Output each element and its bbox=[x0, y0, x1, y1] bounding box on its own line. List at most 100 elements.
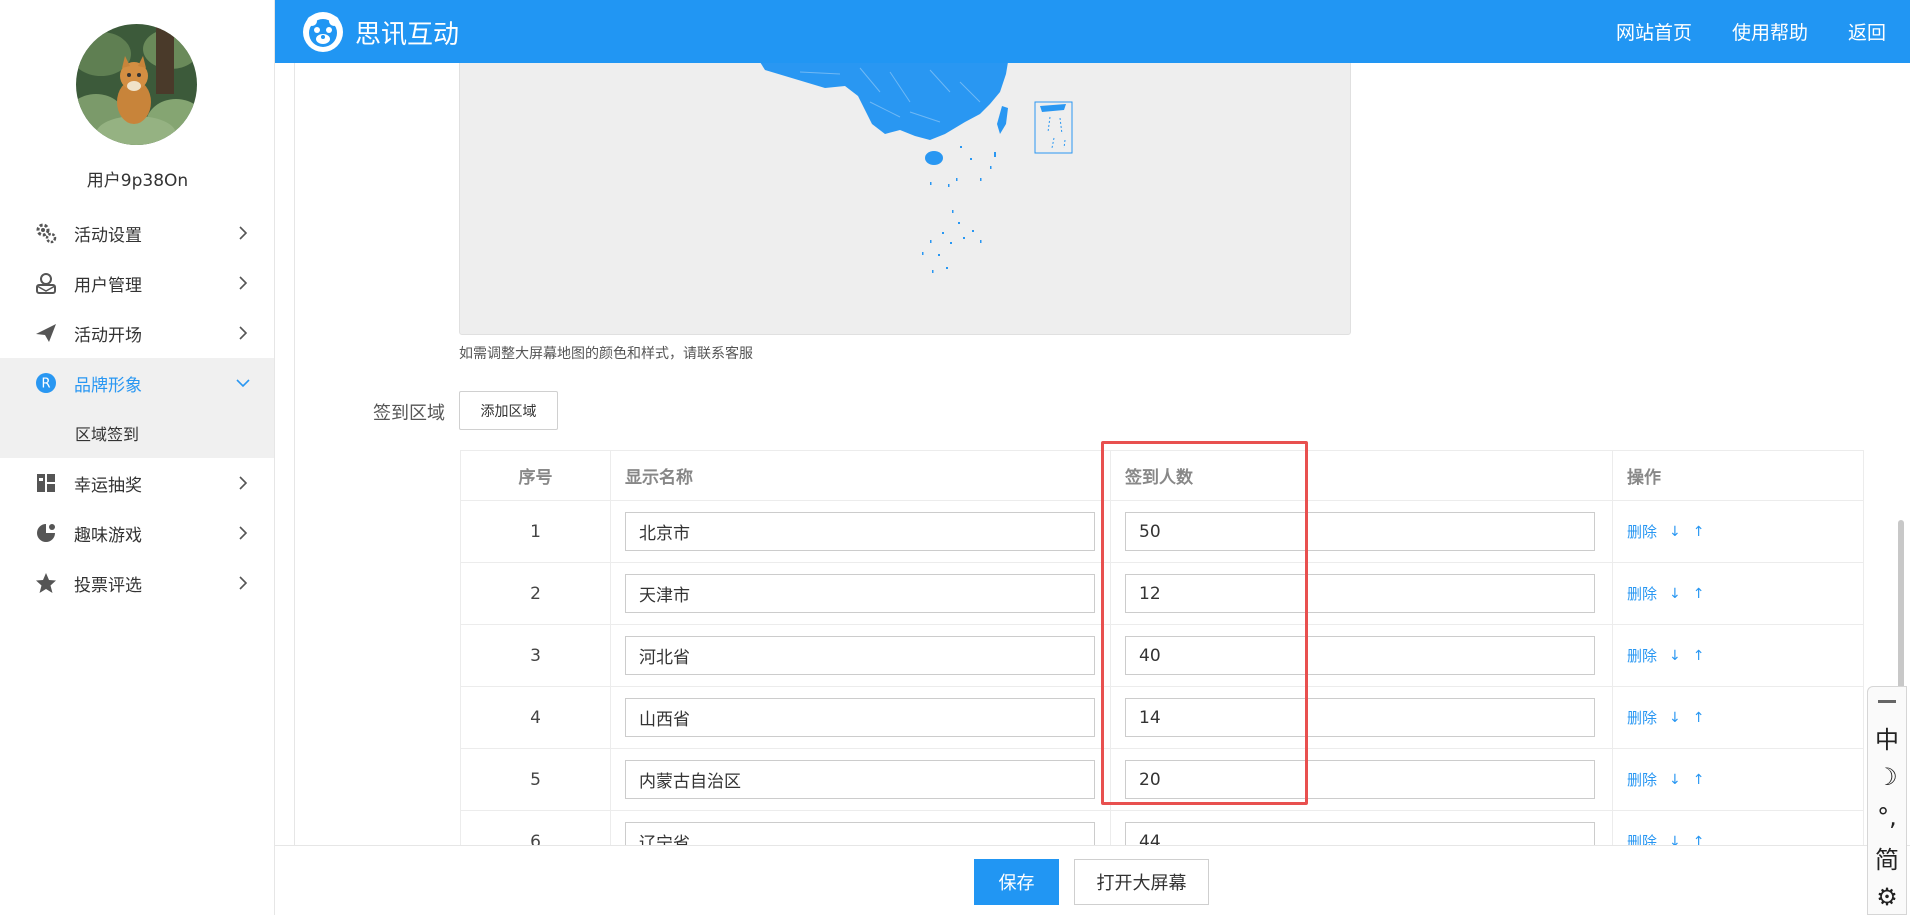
avatar[interactable] bbox=[76, 24, 197, 145]
move-down-icon[interactable]: ↓ bbox=[1669, 648, 1681, 664]
chevron-right-icon bbox=[239, 326, 248, 340]
page-scrollbar-thumb[interactable] bbox=[1898, 520, 1904, 710]
table-row: 3 河北省 40 删除 ↓ ↑ bbox=[460, 624, 1864, 687]
row-index: 5 bbox=[460, 748, 611, 811]
sidebar-item-activity-settings[interactable]: 活动设置 bbox=[0, 208, 274, 258]
chevron-right-icon bbox=[239, 226, 248, 240]
header-index: 序号 bbox=[460, 450, 611, 501]
sidebar-item-label: 品牌形象 bbox=[74, 375, 142, 396]
display-name-input[interactable]: 北京市 bbox=[625, 512, 1095, 551]
user-icon bbox=[34, 271, 58, 295]
display-name-input[interactable]: 辽宁省 bbox=[625, 822, 1095, 845]
move-up-icon[interactable]: ↑ bbox=[1693, 772, 1705, 788]
top-header: 思讯互动 网站首页 使用帮助 返回 bbox=[275, 0, 1910, 63]
delete-link[interactable]: 删除 bbox=[1627, 645, 1657, 666]
save-button[interactable]: 保存 bbox=[974, 859, 1059, 905]
username: 用户9p38On bbox=[86, 171, 189, 191]
move-down-icon[interactable]: ↓ bbox=[1669, 834, 1681, 846]
nav-help-link[interactable]: 使用帮助 bbox=[1732, 18, 1808, 45]
sidebar-item-lucky-draw[interactable]: 幸运抽奖 bbox=[0, 458, 274, 508]
area-label: 签到区域 bbox=[373, 403, 445, 424]
paper-plane-icon bbox=[34, 321, 58, 345]
sidebar-subitem-area-signin[interactable]: 区域签到 bbox=[0, 408, 274, 458]
row-index: 1 bbox=[460, 500, 611, 563]
chevron-down-icon bbox=[236, 379, 250, 388]
move-down-icon[interactable]: ↓ bbox=[1669, 524, 1681, 540]
signin-count-input[interactable]: 12 bbox=[1125, 574, 1595, 613]
delete-link[interactable]: 删除 bbox=[1627, 583, 1657, 604]
sidebar-item-voting[interactable]: 投票评选 bbox=[0, 558, 274, 608]
chevron-right-icon bbox=[239, 526, 248, 540]
row-index: 6 bbox=[460, 810, 611, 845]
sidebar-item-activity-opening[interactable]: 活动开场 bbox=[0, 308, 274, 358]
display-name-input[interactable]: 山西省 bbox=[625, 698, 1095, 737]
ime-moon-icon[interactable]: ☽ bbox=[1868, 757, 1906, 797]
move-up-icon[interactable]: ↑ bbox=[1693, 648, 1705, 664]
ime-settings-gear-icon[interactable]: ⚙ bbox=[1868, 877, 1906, 917]
main-content: 如需调整大屏幕地图的颜色和样式，请联系客服 签到区域 添加区域 序号 显示名称 … bbox=[294, 63, 1894, 845]
table-row: 5 内蒙古自治区 20 删除 ↓ ↑ bbox=[460, 748, 1864, 811]
add-area-button[interactable]: 添加区域 bbox=[459, 391, 558, 430]
header-actions: 操作 bbox=[1612, 450, 1864, 501]
display-name-input[interactable]: 天津市 bbox=[625, 574, 1095, 613]
delete-link[interactable]: 删除 bbox=[1627, 831, 1657, 845]
ime-chinese-mode-button[interactable]: 中 bbox=[1868, 717, 1906, 757]
table-row: 4 山西省 14 删除 ↓ ↑ bbox=[460, 686, 1864, 749]
ime-simplified-button[interactable]: 简 bbox=[1868, 837, 1906, 877]
move-up-icon[interactable]: ↑ bbox=[1693, 586, 1705, 602]
lottery-icon bbox=[34, 471, 58, 495]
table-header-row: 序号 显示名称 签到人数 操作 bbox=[460, 450, 1864, 501]
sidebar-item-label: 幸运抽奖 bbox=[74, 475, 142, 496]
signin-count-input[interactable]: 50 bbox=[1125, 512, 1595, 551]
sidebar-item-label: 用户管理 bbox=[74, 275, 142, 296]
area-table: 序号 显示名称 签到人数 操作 1 北京市 50 删除 ↓ ↑ 2 天津市 12 删… bbox=[460, 450, 1864, 845]
move-down-icon[interactable]: ↓ bbox=[1669, 710, 1681, 726]
sidebar-item-brand-image[interactable]: R 品牌形象 bbox=[0, 358, 274, 408]
chevron-right-icon bbox=[239, 576, 248, 590]
sidebar-item-label: 投票评选 bbox=[74, 575, 142, 596]
map-note: 如需调整大屏幕地图的颜色和样式，请联系客服 bbox=[459, 346, 753, 362]
open-big-screen-button[interactable]: 打开大屏幕 bbox=[1074, 859, 1209, 905]
ime-minimize-icon[interactable] bbox=[1868, 687, 1906, 717]
move-down-icon[interactable]: ↓ bbox=[1669, 772, 1681, 788]
brand-name[interactable]: 思讯互动 bbox=[355, 14, 459, 51]
move-up-icon[interactable]: ↑ bbox=[1693, 834, 1705, 846]
signin-count-input[interactable]: 40 bbox=[1125, 636, 1595, 675]
gears-icon bbox=[34, 221, 58, 245]
china-map-preview bbox=[459, 63, 1351, 335]
delete-link[interactable]: 删除 bbox=[1627, 707, 1657, 728]
delete-link[interactable]: 删除 bbox=[1627, 521, 1657, 542]
signin-count-input[interactable]: 20 bbox=[1125, 760, 1595, 799]
row-index: 2 bbox=[460, 562, 611, 625]
brand-r-icon: R bbox=[34, 371, 58, 395]
display-name-input[interactable]: 河北省 bbox=[625, 636, 1095, 675]
chevron-right-icon bbox=[239, 476, 248, 490]
signin-count-input[interactable]: 44 bbox=[1125, 822, 1595, 845]
header-signin-count: 签到人数 bbox=[1110, 450, 1613, 501]
avatar-cat-image bbox=[76, 24, 197, 145]
sidebar-item-fun-games[interactable]: 趣味游戏 bbox=[0, 508, 274, 558]
display-name-input[interactable]: 内蒙古自治区 bbox=[625, 760, 1095, 799]
svg-text:R: R bbox=[41, 377, 50, 392]
signin-count-input[interactable]: 14 bbox=[1125, 698, 1595, 737]
nav-back-link[interactable]: 返回 bbox=[1848, 18, 1886, 45]
star-icon bbox=[34, 571, 58, 595]
move-up-icon[interactable]: ↑ bbox=[1693, 710, 1705, 726]
ime-toolbar: 中 ☽ °, 简 ⚙ bbox=[1867, 686, 1907, 915]
move-up-icon[interactable]: ↑ bbox=[1693, 524, 1705, 540]
table-row: 6 辽宁省 44 删除 ↓ ↑ bbox=[460, 810, 1864, 846]
sidebar-item-label: 趣味游戏 bbox=[74, 525, 142, 546]
header-display-name: 显示名称 bbox=[610, 450, 1111, 501]
header-nav: 网站首页 使用帮助 返回 bbox=[1616, 0, 1886, 63]
sidebar-item-user-management[interactable]: 用户管理 bbox=[0, 258, 274, 308]
table-row: 1 北京市 50 删除 ↓ ↑ bbox=[460, 500, 1864, 563]
move-down-icon[interactable]: ↓ bbox=[1669, 586, 1681, 602]
bear-logo-icon[interactable] bbox=[301, 10, 345, 54]
delete-link[interactable]: 删除 bbox=[1627, 769, 1657, 790]
sidebar-menu: 活动设置 用户管理 活动开场 R 品牌形象 区域签到 幸运抽奖 趣味游戏 投票评… bbox=[0, 208, 274, 608]
ime-punctuation-button[interactable]: °, bbox=[1868, 797, 1906, 837]
nav-home-link[interactable]: 网站首页 bbox=[1616, 18, 1692, 45]
china-map-svg bbox=[760, 63, 1073, 273]
sidebar-item-label: 活动设置 bbox=[74, 225, 142, 246]
row-index: 4 bbox=[460, 686, 611, 749]
